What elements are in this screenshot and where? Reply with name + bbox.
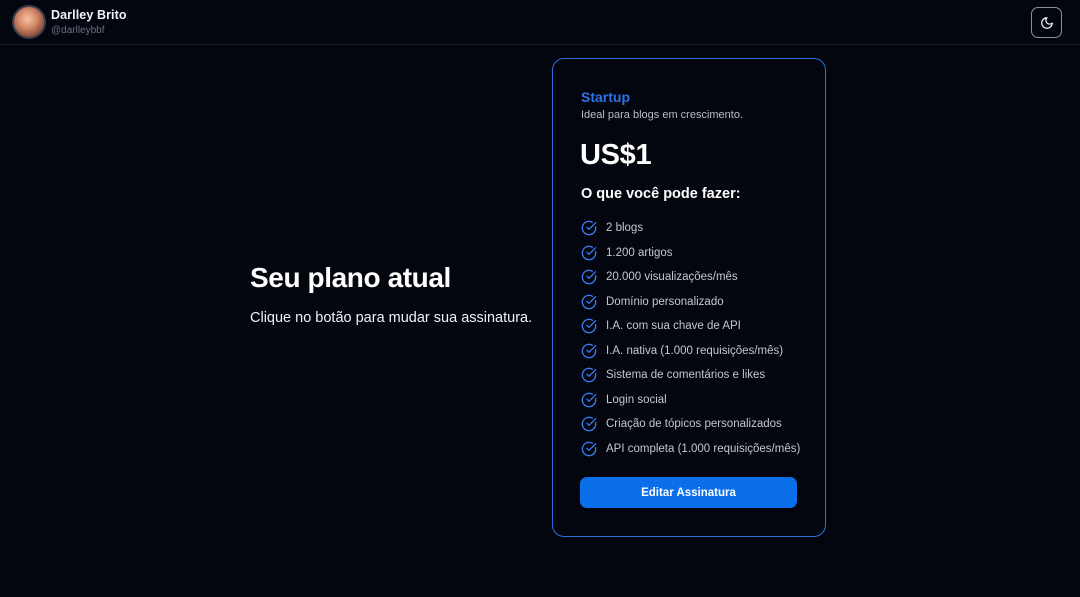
user-handle: @darlleybbf	[51, 25, 105, 36]
feature-label: I.A. nativa (1.000 requisições/mês)	[606, 344, 784, 357]
theme-toggle-button[interactable]	[1031, 7, 1062, 38]
user-name: Darlley Brito	[51, 8, 127, 22]
check-circle-icon	[581, 245, 597, 261]
top-bar: Darlley Brito @darlleybbf	[0, 0, 1080, 45]
features-title: O que você pode fazer:	[581, 186, 741, 202]
moon-icon	[1040, 16, 1053, 29]
feature-label: 1.200 artigos	[606, 246, 673, 259]
check-circle-icon	[581, 416, 597, 432]
feature-item: Sistema de comentários e likes	[581, 363, 800, 388]
feature-item: 2 blogs	[581, 216, 800, 241]
feature-item: 20.000 visualizações/mês	[581, 265, 800, 290]
feature-label: Domínio personalizado	[606, 295, 724, 308]
feature-label: Criação de tópicos personalizados	[606, 418, 782, 431]
feature-item: Login social	[581, 388, 800, 413]
feature-item: 1.200 artigos	[581, 241, 800, 266]
features-list: 2 blogs 1.200 artigos 20.000 visualizações…	[581, 216, 800, 461]
feature-label: 2 blogs	[606, 222, 644, 235]
plan-description: Ideal para blogs em crescimento.	[581, 109, 744, 121]
feature-item: Domínio personalizado	[581, 290, 800, 315]
page-subtitle: Clique no botão para mudar sua assinatur…	[250, 310, 533, 326]
feature-item: Criação de tópicos personalizados	[581, 412, 800, 437]
feature-label: I.A. com sua chave de API	[606, 320, 741, 333]
feature-item: I.A. com sua chave de API	[581, 314, 800, 339]
check-circle-icon	[581, 441, 597, 457]
plan-card: Startup Ideal para blogs em crescimento.…	[552, 58, 826, 537]
check-circle-icon	[581, 343, 597, 359]
check-circle-icon	[581, 367, 597, 383]
edit-subscription-button[interactable]: Editar Assinatura	[580, 477, 797, 508]
feature-label: Sistema de comentários e likes	[606, 369, 766, 382]
page-title: Seu plano atual	[250, 262, 451, 293]
feature-label: API completa (1.000 requisições/mês)	[606, 442, 801, 455]
plan-price: US$1	[580, 139, 652, 171]
check-circle-icon	[581, 269, 597, 285]
avatar[interactable]	[12, 5, 46, 39]
plan-name: Startup	[581, 89, 630, 105]
check-circle-icon	[581, 392, 597, 408]
check-circle-icon	[581, 294, 597, 310]
feature-label: 20.000 visualizações/mês	[606, 271, 738, 284]
check-circle-icon	[581, 220, 597, 236]
feature-item: I.A. nativa (1.000 requisições/mês)	[581, 339, 800, 364]
feature-label: Login social	[606, 393, 667, 406]
feature-item: API completa (1.000 requisições/mês)	[581, 437, 800, 462]
check-circle-icon	[581, 318, 597, 334]
